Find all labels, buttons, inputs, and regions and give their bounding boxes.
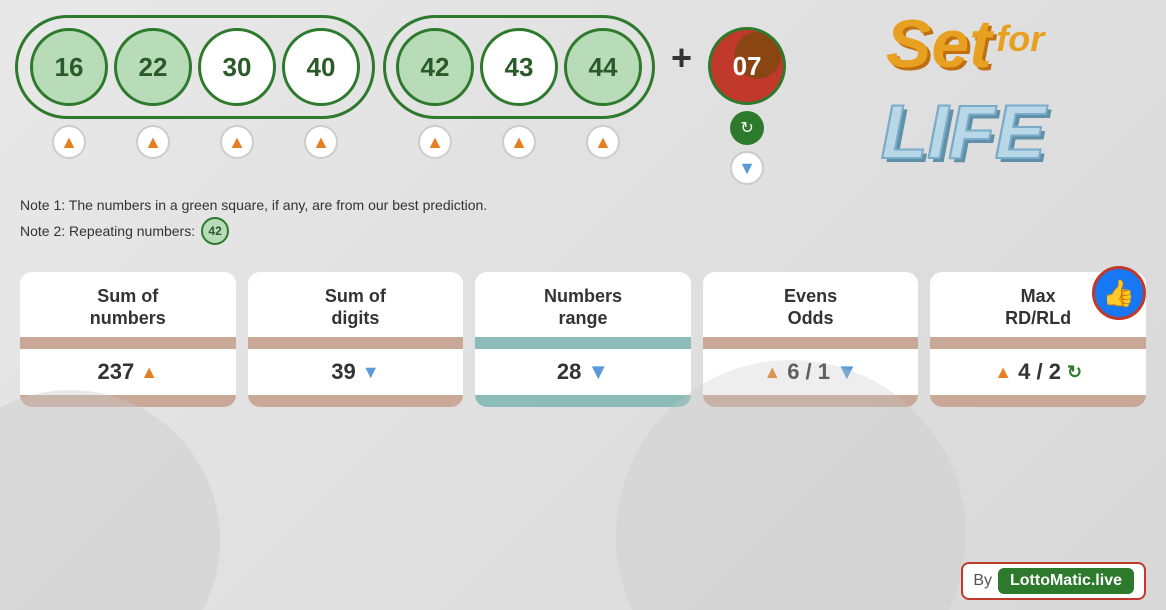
ball-col-3: 30 <box>198 28 276 106</box>
ball-group-1: 16 22 30 40 <box>15 15 375 119</box>
logo-for-text: for <box>996 18 1044 60</box>
ball-col-1: 16 <box>30 28 108 106</box>
stat-title-sum-digits: Sum ofdigits <box>317 272 394 337</box>
stat-title-sum-numbers: Sum ofnumbers <box>82 272 174 337</box>
brand-badge: LottoMatic.live <box>998 568 1134 594</box>
bg-decoration-left <box>0 390 220 610</box>
trend-icon-numbers-range: ▼ <box>587 359 609 385</box>
plus-sign: + <box>671 37 692 79</box>
arrow-up-icon-7: ▲ <box>594 132 612 153</box>
trend-icon-sum-digits: ▼ <box>362 362 380 383</box>
arrow-up-btn-3[interactable]: ▲ <box>220 125 254 159</box>
arrow-up-btn-1[interactable]: ▲ <box>52 125 86 159</box>
stat-title-evens-odds: EvensOdds <box>776 272 845 337</box>
stat-bar-top-max-rdrl <box>930 337 1146 349</box>
like-button[interactable]: 👍 <box>1092 266 1146 320</box>
like-button-container: 👍 <box>1092 266 1146 320</box>
arrow-up-icon-6: ▲ <box>510 132 528 153</box>
ball-col-4: 40 <box>282 28 360 106</box>
note-1-text: Note 1: The numbers in a green square, i… <box>20 197 487 213</box>
refresh-icon: ↻ <box>740 118 753 138</box>
ball-7: 44 <box>564 28 642 106</box>
ball-2: 22 <box>114 28 192 106</box>
logo-life-text: LIFE <box>881 90 1046 175</box>
arrow-up-btn-2[interactable]: ▲ <box>136 125 170 159</box>
stat-bar-top-evens-odds <box>703 337 919 349</box>
ball-6: 43 <box>480 28 558 106</box>
by-text: By <box>973 572 992 590</box>
ball-1: 16 <box>30 28 108 106</box>
note-2-prefix: Note 2: Repeating numbers: <box>20 223 195 239</box>
arrow-up-btn-6[interactable]: ▲ <box>502 125 536 159</box>
logo-set-text: Set <box>886 6 992 82</box>
stat-card-numbers-range: Numbersrange 28 ▼ <box>475 272 691 407</box>
arrow-up-icon-1: ▲ <box>60 132 78 153</box>
stats-section: Sum ofnumbers 237 ▲ Sum ofdigits 39 ▼ Nu… <box>0 262 1166 417</box>
stat-value-sum-digits: 39 ▼ <box>323 349 387 395</box>
stat-bar-top-sum-digits <box>248 337 464 349</box>
bonus-ball: 07 <box>708 27 786 105</box>
stat-card-sum-numbers: Sum ofnumbers 237 ▲ <box>20 272 236 407</box>
ball-4: 40 <box>282 28 360 106</box>
arrow-up-icon-2: ▲ <box>144 132 162 153</box>
stat-value-sum-numbers: 237 ▲ <box>90 349 167 395</box>
ball-group-2: 42 43 44 <box>383 15 655 119</box>
trend-left-icon-max-rdrl: ▲ <box>994 362 1012 383</box>
stat-bar-top-sum-numbers <box>20 337 236 349</box>
footer: By LottoMatic.live <box>961 562 1146 600</box>
stat-bar-bottom-sum-digits <box>248 395 464 407</box>
bonus-refresh-button[interactable]: ↻ <box>730 111 764 145</box>
arrow-up-btn-5[interactable]: ▲ <box>418 125 452 159</box>
ball-5: 42 <box>396 28 474 106</box>
repeating-number-badge: 42 <box>201 217 229 245</box>
arrow-up-icon-5: ▲ <box>426 132 444 153</box>
ball-3: 30 <box>198 28 276 106</box>
stat-title-numbers-range: Numbersrange <box>536 272 630 337</box>
stat-value-numbers-range: 28 ▼ <box>549 349 617 395</box>
stat-title-max-rdrl: MaxRD/RLd <box>997 272 1079 337</box>
main-container: 16 22 30 40 <box>0 0 1166 610</box>
stat-bar-top-numbers-range <box>475 337 691 349</box>
stat-value-max-rdrl: ▲ 4 / 2 ↻ <box>986 349 1090 395</box>
trend-refresh-icon-max-rdrl: ↻ <box>1067 362 1082 383</box>
arrow-up-btn-4[interactable]: ▲ <box>304 125 338 159</box>
stat-bar-bottom-max-rdrl <box>930 395 1146 407</box>
logo-area: Set for LIFE <box>876 5 1156 265</box>
brand-wrapper: By LottoMatic.live <box>961 562 1146 600</box>
stat-bar-bottom-numbers-range <box>475 395 691 407</box>
arrow-up-icon-3: ▲ <box>228 132 246 153</box>
ball-col-2: 22 <box>114 28 192 106</box>
thumbs-up-icon: 👍 <box>1103 278 1135 309</box>
arrow-down-icon-bonus: ▼ <box>738 158 756 179</box>
arrow-down-btn-bonus[interactable]: ▼ <box>730 151 764 185</box>
stat-card-sum-digits: Sum ofdigits 39 ▼ <box>248 272 464 407</box>
trend-icon-sum-numbers: ▲ <box>140 362 158 383</box>
arrow-up-btn-7[interactable]: ▲ <box>586 125 620 159</box>
arrow-up-icon-4: ▲ <box>312 132 330 153</box>
